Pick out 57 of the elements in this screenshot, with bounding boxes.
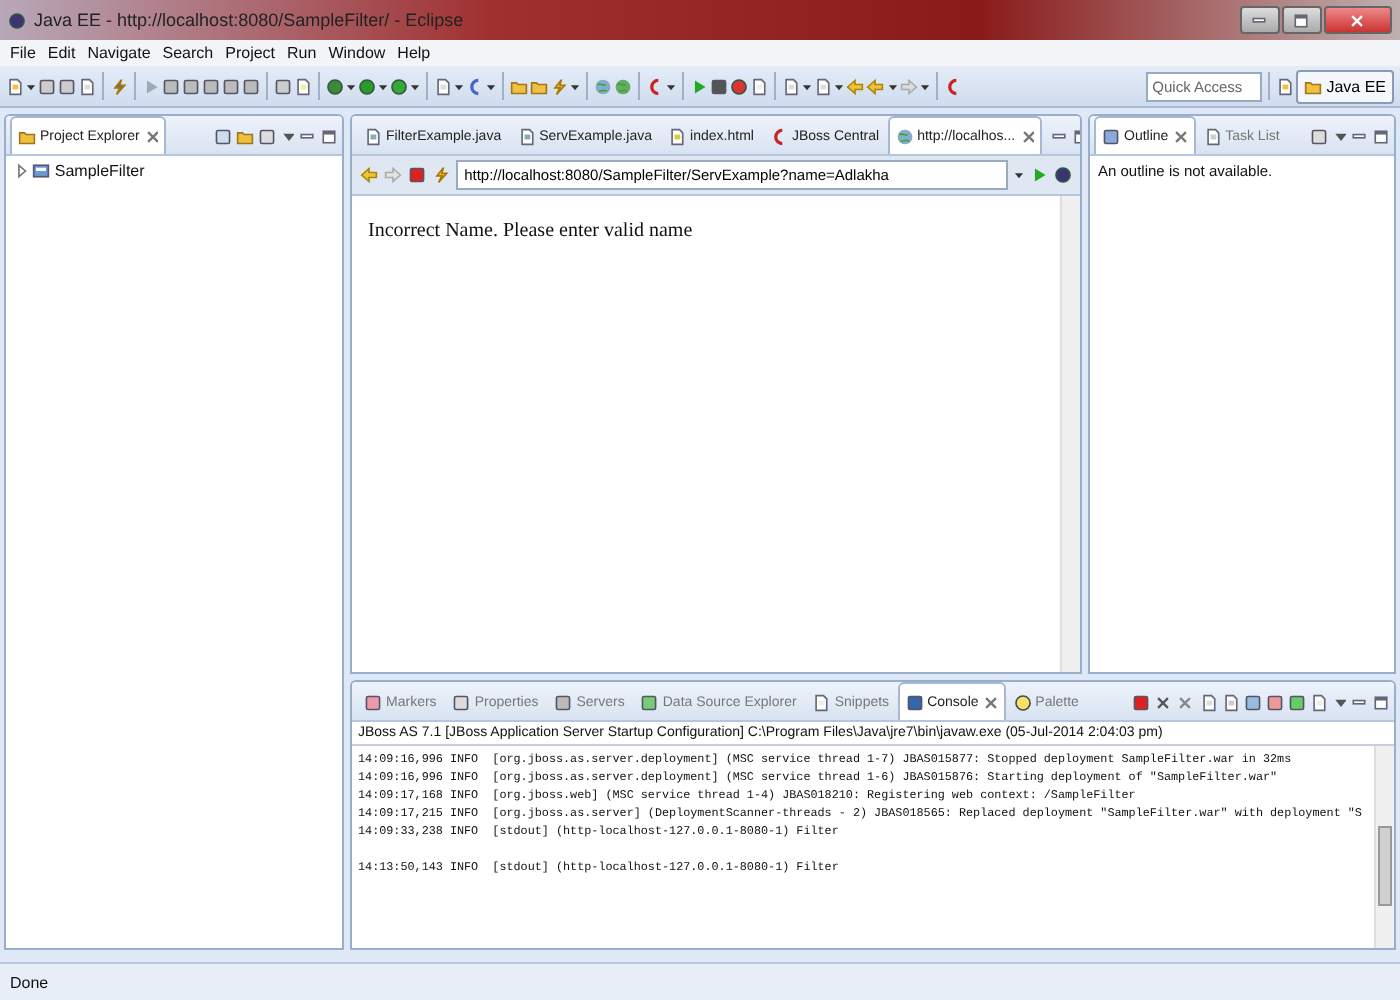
circle-icon[interactable] [358, 77, 377, 95]
square-icon[interactable] [58, 77, 77, 95]
minimize-button[interactable] [1240, 6, 1280, 34]
close-icon[interactable] [1172, 127, 1188, 145]
stop-icon[interactable] [408, 166, 427, 184]
circle-icon[interactable] [326, 77, 345, 95]
close-icon[interactable] [1019, 127, 1034, 145]
menu-item[interactable]: Run [281, 44, 323, 62]
globe-icon [895, 127, 914, 145]
close-icon[interactable] [143, 127, 159, 145]
maximize-icon[interactable] [319, 127, 338, 145]
maximize-icon[interactable] [1371, 127, 1390, 145]
circle-icon[interactable] [390, 77, 409, 95]
document-icon[interactable] [294, 77, 313, 95]
document-icon[interactable] [6, 77, 25, 95]
square-icon[interactable] [222, 77, 241, 95]
status-text: Done [10, 973, 49, 991]
expand-arrow-icon[interactable] [14, 162, 29, 180]
hook-icon[interactable] [943, 77, 962, 95]
square-icon[interactable] [710, 77, 729, 95]
hook-icon [769, 128, 788, 146]
menu-item[interactable]: Help [391, 44, 437, 62]
close-button[interactable] [1324, 6, 1392, 34]
perspective-button[interactable]: Java EE [1296, 69, 1394, 103]
square-icon[interactable] [274, 77, 293, 95]
menu-item[interactable]: Project [219, 44, 282, 62]
menu-item[interactable]: Edit [41, 44, 82, 62]
menu-item[interactable]: Window [322, 44, 392, 62]
folder-icon [1304, 77, 1323, 95]
close-icon[interactable] [982, 693, 998, 711]
document-icon[interactable] [434, 77, 453, 95]
square-icon[interactable] [202, 77, 221, 95]
remove-icon[interactable] [1154, 693, 1173, 711]
page-text: Incorrect Name. Please enter valid name [366, 218, 695, 246]
maximize-icon [1292, 11, 1311, 29]
square-icon[interactable] [182, 77, 201, 95]
scrollbar[interactable] [1060, 196, 1080, 672]
maximize-icon[interactable] [1371, 693, 1390, 711]
document-icon[interactable] [782, 77, 801, 95]
square-icon[interactable] [38, 77, 57, 95]
scrollbar-thumb[interactable] [1378, 826, 1392, 906]
close-icon [1348, 11, 1367, 29]
document-icon[interactable] [78, 77, 97, 95]
circle-icon[interactable] [730, 77, 749, 95]
window-title: Java EE - http://localhost:8080/SampleFilter/ - Eclipse [34, 10, 466, 30]
document-icon[interactable] [750, 77, 769, 95]
tree-item[interactable]: SampleFilter [54, 162, 145, 180]
folder-icon [18, 127, 37, 145]
menu-item[interactable]: Search [156, 44, 220, 62]
bolt-icon[interactable] [110, 77, 129, 95]
document-icon[interactable] [814, 77, 833, 95]
menu-item[interactable]: File [4, 44, 42, 62]
menu-item[interactable]: Navigate [81, 44, 157, 62]
back-arrow-icon[interactable] [360, 166, 379, 184]
square-icon[interactable] [242, 77, 261, 95]
maximize-button[interactable] [1282, 6, 1322, 34]
square-icon[interactable] [162, 77, 181, 95]
